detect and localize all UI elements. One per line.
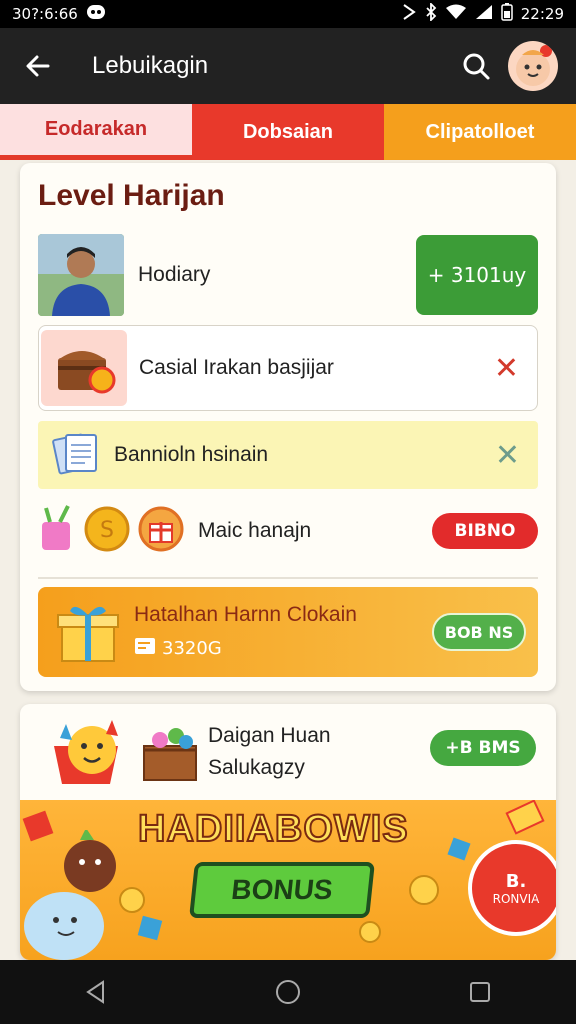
signal-icon: [475, 4, 493, 24]
bonus-banner: Hatalhan Harnn Clokain 3320G BOB ΝS: [38, 587, 538, 677]
nav-home-button[interactable]: [263, 967, 313, 1017]
tab-2[interactable]: Dobsaian: [192, 104, 384, 160]
daily-line-2: Salukagzy: [208, 756, 305, 779]
nav-back-button[interactable]: [71, 967, 121, 1017]
reward-row-4: S Maic hanajn BIBNO: [38, 501, 538, 561]
bluetooth-icon: [425, 1, 437, 25]
page-title: Lebuikagin: [92, 52, 209, 79]
treasure-chest-icon: [140, 718, 202, 788]
notification-icon: [86, 4, 106, 24]
search-icon: [463, 53, 490, 80]
badge-line-1: B.: [505, 870, 527, 892]
wifi-icon: [445, 4, 467, 24]
close-icon[interactable]: ✕: [494, 351, 519, 386]
card-icon: [134, 637, 156, 660]
daily-line-1: Daigan Huan: [208, 724, 331, 747]
treasure-chest-icon: [41, 330, 127, 406]
reward-row-1: Hodiary + 3101uy: [38, 234, 538, 316]
app-bar: Lebuikagin: [0, 28, 576, 104]
coin-icon: S: [84, 506, 130, 556]
documents-icon: [52, 429, 102, 481]
tab-bar: Eodarakan Dobsaian Clipatolloet: [0, 104, 576, 160]
mascot-icon: [48, 710, 128, 794]
nav-recents-button[interactable]: [455, 967, 505, 1017]
row-3-label: Bannioln hsinain: [114, 443, 269, 466]
level-title: Level Harijan: [38, 179, 225, 212]
divider: [38, 577, 538, 579]
promo-banner[interactable]: HADIIABOWIS BONUS B. RONVIA: [20, 799, 556, 960]
badge-line-2: RONVIA: [492, 891, 540, 906]
user-photo: [38, 234, 124, 316]
reward-row-2: Casial Irakan basjijar ✕: [38, 325, 538, 411]
gift-cup-icon: [38, 504, 78, 558]
daily-text: Daigan Huan Salukagzy: [208, 720, 331, 784]
svg-text:S: S: [100, 518, 114, 543]
battery-icon: [501, 3, 513, 25]
claim-button-4[interactable]: BIBNO: [432, 513, 538, 549]
close-icon[interactable]: ✕: [495, 438, 520, 473]
mascot-avatar-icon: [516, 45, 552, 86]
row-2-label: Casial Irakan basjijar: [139, 356, 334, 379]
tab-3[interactable]: Clipatolloet: [384, 104, 576, 160]
banner-value-text: 3320G: [162, 638, 222, 659]
tab-1[interactable]: Eodarakan: [0, 104, 192, 160]
status-bar: 30?:6:66 22:29: [0, 0, 576, 28]
search-button[interactable]: [456, 46, 496, 86]
bonus-button[interactable]: BONUS: [189, 862, 375, 918]
daily-card: Daigan Huan Salukagzy +B BMS HADIIABOWIS…: [20, 704, 556, 960]
level-card: Level Harijan Hodiary + 3101uy Casial Ir…: [20, 163, 556, 691]
row-1-label: Hodiary: [138, 263, 211, 286]
character-icon: [20, 828, 130, 960]
claim-button-1[interactable]: + 3101uy: [416, 235, 538, 315]
square-recents-icon: [470, 982, 490, 1002]
promo-badge[interactable]: B. RONVIA: [468, 840, 556, 936]
gift-box-icon: [56, 601, 120, 667]
circle-home-icon: [276, 980, 300, 1004]
back-button[interactable]: [18, 46, 58, 86]
reward-row-3: Bannioln hsinain ✕: [38, 421, 538, 489]
daily-claim-button[interactable]: +B BMS: [430, 730, 536, 766]
banner-claim-button[interactable]: BOB ΝS: [432, 613, 526, 651]
promo-title: HADIIABOWIS: [137, 807, 409, 851]
status-left-text: 30?:6:66: [12, 5, 78, 23]
nfc-icon: [401, 3, 417, 25]
gift-box-icon: [138, 506, 184, 556]
system-nav-bar: [0, 960, 576, 1024]
banner-value: 3320G: [134, 637, 222, 660]
status-time: 22:29: [520, 5, 564, 23]
banner-title: Hatalhan Harnn Clokain: [134, 603, 357, 626]
row-4-label: Maic hanajn: [198, 519, 312, 542]
triangle-back-icon: [86, 980, 104, 1004]
profile-avatar[interactable]: [508, 41, 558, 91]
arrow-left-icon: [26, 55, 50, 77]
